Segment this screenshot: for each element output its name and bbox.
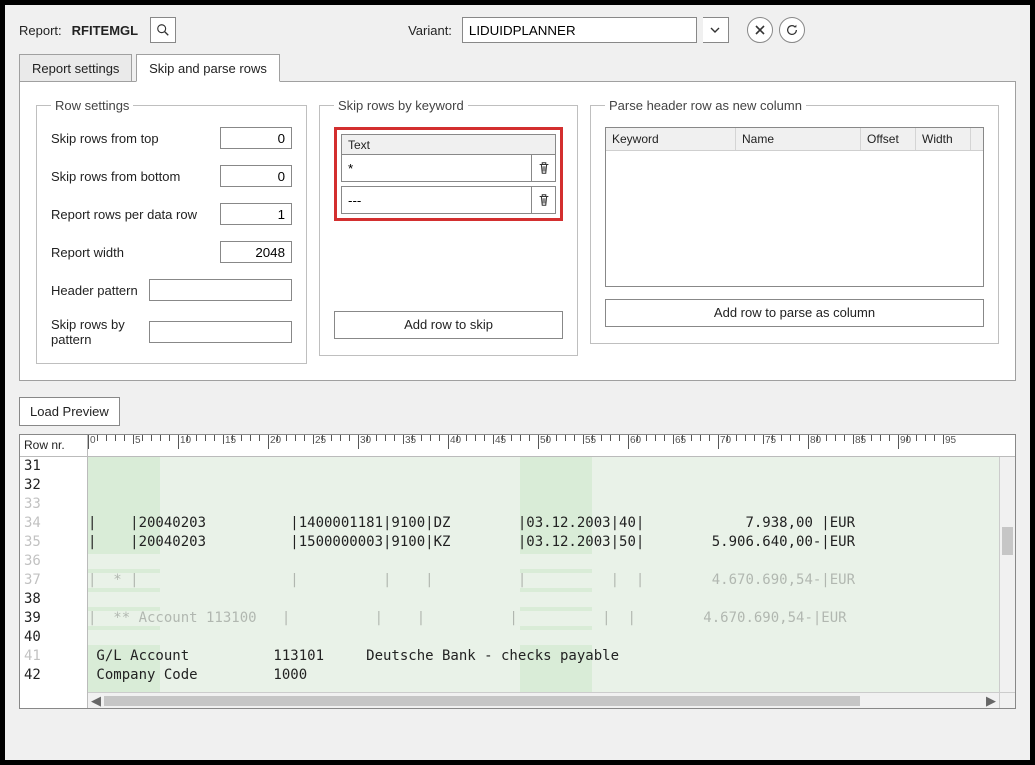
rs-input-skip-rows-from-bottom[interactable] (220, 165, 292, 187)
tab-panel: Row settings Skip rows from top Skip rows… (19, 81, 1016, 381)
variant-label: Variant: (408, 23, 452, 38)
preview-row: Company Code 1000 (88, 666, 999, 685)
search-report-button[interactable] (150, 17, 176, 43)
preview-row (88, 628, 999, 647)
preview-row: | |20040203 |1500000003|9100|KZ |03.12.2… (88, 533, 999, 552)
skip-keyword-input[interactable] (341, 154, 532, 182)
parse-col-offset: Offset (861, 128, 916, 150)
preview-row (88, 590, 999, 609)
preview-data[interactable]: | |20040203 |1400001181|9100|DZ |03.12.2… (88, 457, 999, 692)
rs-input-skip-rows-by-pattern[interactable] (149, 321, 292, 343)
skip-keyword-fieldset: Skip rows by keyword Text Add row to ski… (319, 98, 578, 356)
parse-header-grid[interactable]: Keyword Name Offset Width (605, 127, 984, 287)
rs-label: Skip rows from bottom (51, 169, 220, 184)
rownr-header: Row nr. (20, 435, 88, 457)
row-settings-legend: Row settings (51, 98, 133, 113)
refresh-variant-button[interactable] (779, 17, 805, 43)
variant-input[interactable] (462, 17, 697, 43)
add-parse-column-button[interactable]: Add row to parse as column (605, 299, 984, 327)
row-settings-fieldset: Row settings Skip rows from top Skip rows… (36, 98, 307, 364)
parse-col-keyword: Keyword (606, 128, 736, 150)
ruler: 05101520253035404550556065707580859095 (88, 435, 999, 457)
add-skip-row-button[interactable]: Add row to skip (334, 311, 563, 339)
rs-label: Report rows per data row (51, 207, 220, 222)
rs-input-report-width[interactable] (220, 241, 292, 263)
skip-keyword-legend: Skip rows by keyword (334, 98, 468, 113)
rs-input-skip-rows-from-top[interactable] (220, 127, 292, 149)
tab-skip-parse[interactable]: Skip and parse rows (136, 54, 280, 82)
delete-skip-row-button[interactable] (532, 186, 556, 214)
preview-row: | ** Account 113100 | | | | | | 4.670.69… (88, 609, 999, 628)
load-preview-button[interactable]: Load Preview (19, 397, 120, 426)
rs-label: Skip rows from top (51, 131, 220, 146)
clear-variant-button[interactable] (747, 17, 773, 43)
variant-dropdown-button[interactable] (703, 17, 729, 43)
parse-col-width: Width (916, 128, 971, 150)
tab-strip: Report settings Skip and parse rows (19, 53, 1016, 81)
preview-box: Row nr. 05101520253035404550556065707580… (19, 434, 1016, 709)
rs-input-report-rows-per-data-row[interactable] (220, 203, 292, 225)
report-label: Report: (19, 23, 62, 38)
rs-label: Skip rows by pattern (51, 317, 149, 347)
skip-keyword-input[interactable] (341, 186, 532, 214)
skip-keyword-col-header: Text (341, 134, 556, 154)
top-bar: Report: RFITEMGL Variant: (19, 17, 1016, 43)
rs-label: Header pattern (51, 283, 149, 298)
report-name: RFITEMGL (72, 23, 138, 38)
parse-col-name: Name (736, 128, 861, 150)
preview-row (88, 552, 999, 571)
preview-row (88, 685, 999, 692)
tab-report-settings[interactable]: Report settings (19, 54, 132, 82)
rs-input-header-pattern[interactable] (149, 279, 292, 301)
delete-skip-row-button[interactable] (532, 154, 556, 182)
row-numbers: 313233343536373839404142 (20, 457, 88, 692)
parse-header-fieldset: Parse header row as new column Keyword N… (590, 98, 999, 344)
skip-keyword-highlight: Text (334, 127, 563, 221)
parse-header-legend: Parse header row as new column (605, 98, 806, 113)
preview-row: G/L Account 113101 Deutsche Bank - check… (88, 647, 999, 666)
preview-row: | |20040203 |1400001181|9100|DZ |03.12.2… (88, 514, 999, 533)
vertical-scrollbar[interactable] (999, 457, 1015, 692)
preview-row: | * | | | | | | | 4.670.690,54-|EUR (88, 571, 999, 590)
horizontal-scrollbar[interactable]: ◀ ▶ (88, 692, 999, 708)
rs-label: Report width (51, 245, 220, 260)
